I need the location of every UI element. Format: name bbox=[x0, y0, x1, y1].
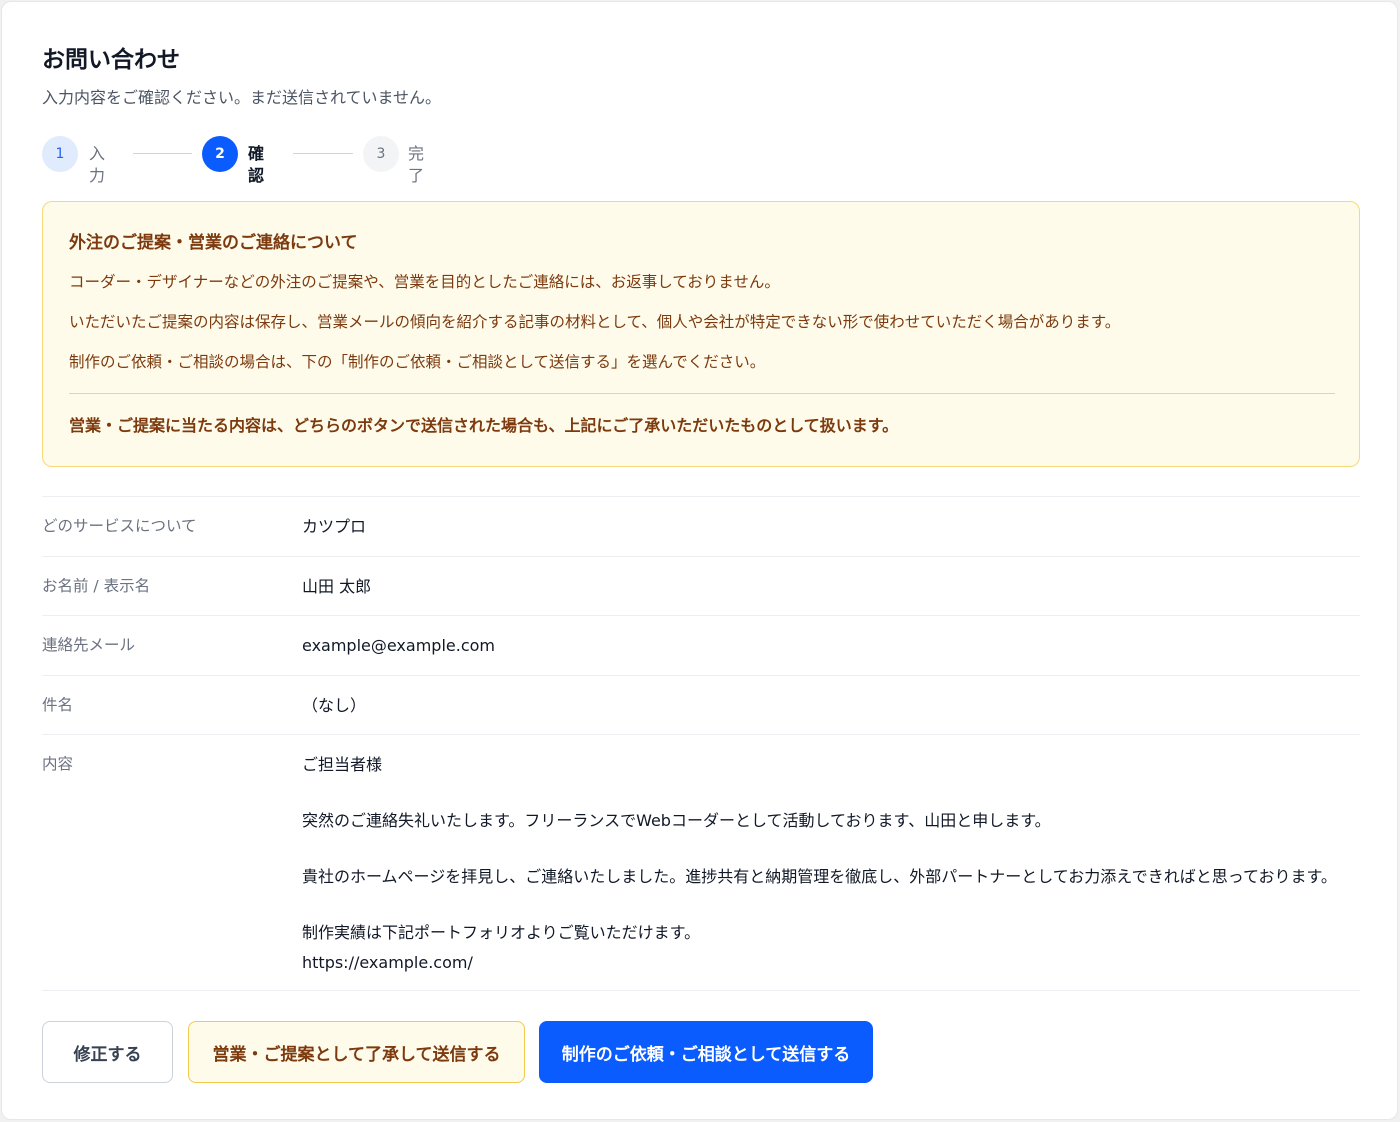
field-label: 内容 bbox=[42, 755, 74, 773]
notice-paragraph: コーダー・デザイナーなどの外注のご提案や、営業を目的としたご連絡には、お返事して… bbox=[69, 273, 780, 291]
field-value: （なし） bbox=[302, 696, 367, 715]
contact-card: お問い合わせ 入力内容をご確認ください。まだ送信されていません。 1 入力 2 … bbox=[1, 1, 1398, 1120]
field-value: カツプロ bbox=[302, 517, 367, 536]
confirm-row-subject: 件名 （なし） bbox=[42, 675, 1360, 735]
notice-paragraph: いただいたご提案の内容は保存し、営業メールの傾向を紹介する記事の材料として、個人… bbox=[69, 313, 1121, 331]
section-divider bbox=[42, 990, 1360, 991]
notice-paragraph: 制作のご依頼・ご相談の場合は、下の「制作のご依頼・ご相談として送信する」を選んで… bbox=[69, 353, 766, 371]
step-connector bbox=[133, 153, 192, 154]
page-subtitle: 入力内容をご確認ください。まだ送信されていません。 bbox=[42, 88, 442, 107]
step-2-label: 確認 bbox=[248, 144, 265, 185]
step-3-label: 完了 bbox=[408, 144, 425, 185]
confirm-row-name: お名前 / 表示名 山田 太郎 bbox=[42, 556, 1360, 616]
field-value: 山田 太郎 bbox=[302, 577, 372, 596]
confirm-row-content: 内容 ご担当者様 突然のご連絡失礼いたします。フリーランスでWebコーダーとして… bbox=[42, 734, 1360, 990]
content-line: 突然のご連絡失礼いたします。フリーランスでWebコーダーとして活動しております、… bbox=[302, 811, 1051, 830]
step-connector bbox=[293, 153, 353, 154]
confirm-row-email: 連絡先メール example@example.com bbox=[42, 615, 1360, 675]
confirm-row-service: どのサービスについて カツプロ bbox=[42, 496, 1360, 556]
field-label: どのサービスについて bbox=[42, 517, 197, 535]
step-1-circle: 1 bbox=[42, 136, 78, 172]
field-label: お名前 / 表示名 bbox=[42, 577, 151, 595]
field-value: example@example.com bbox=[302, 636, 495, 655]
field-label: 件名 bbox=[42, 696, 74, 714]
send-as-request-button[interactable]: 制作のご依頼・ご相談として送信する bbox=[539, 1021, 873, 1083]
sales-notice: 外注のご提案・営業のご連絡について コーダー・デザイナーなどの外注のご提案や、営… bbox=[42, 201, 1360, 467]
send-as-sales-button[interactable]: 営業・ご提案として了承して送信する bbox=[188, 1021, 525, 1083]
notice-emphasis: 営業・ご提案に当たる内容は、どちらのボタンで送信された場合も、上記にご了承いただ… bbox=[69, 416, 899, 435]
edit-button[interactable]: 修正する bbox=[42, 1021, 173, 1083]
page-title: お問い合わせ bbox=[42, 47, 180, 73]
content-link: https://example.com/ bbox=[302, 953, 473, 972]
field-label: 連絡先メール bbox=[42, 636, 136, 654]
content-line: 制作実績は下記ポートフォリオよりご覧いただけます。 bbox=[302, 923, 701, 942]
step-1-label: 入力 bbox=[89, 144, 106, 185]
step-3-circle: 3 bbox=[363, 136, 399, 172]
content-line: 貴社のホームページを拝見し、ご連絡いたしました。進捗共有と納期管理を徹底し、外部… bbox=[302, 867, 1337, 886]
content-line: ご担当者様 bbox=[302, 755, 383, 774]
step-2-circle: 2 bbox=[202, 136, 238, 172]
notice-divider bbox=[69, 393, 1335, 394]
notice-title: 外注のご提案・営業のご連絡について bbox=[69, 233, 358, 253]
